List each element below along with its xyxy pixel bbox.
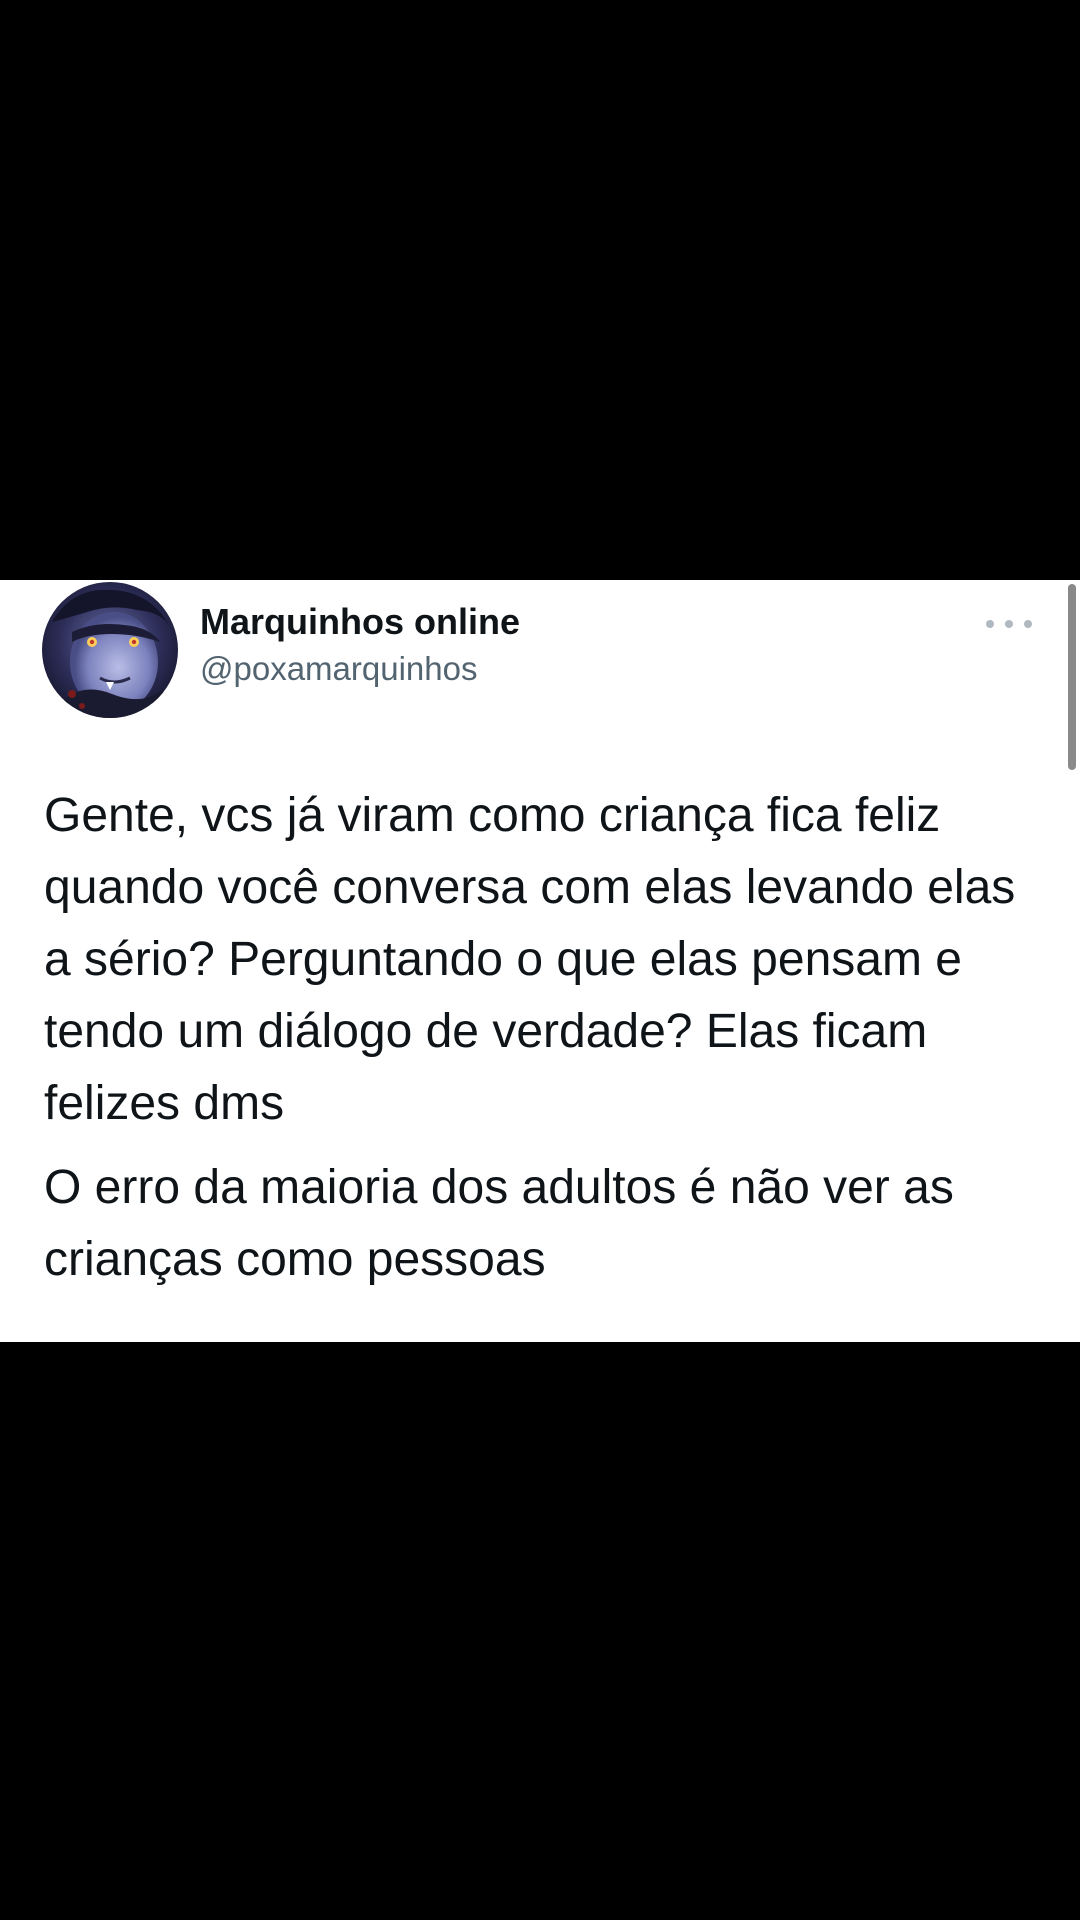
dot-icon — [1005, 620, 1013, 628]
avatar[interactable] — [42, 582, 178, 718]
more-options-icon[interactable] — [986, 612, 1032, 636]
tweet-paragraph: Gente, vcs já viram como criança fica fe… — [44, 789, 1016, 1130]
display-name[interactable]: Marquinhos online — [200, 602, 520, 642]
dot-icon — [1024, 620, 1032, 628]
dot-icon — [986, 620, 994, 628]
avatar-illustration-icon — [42, 582, 178, 718]
scrollbar-thumb[interactable] — [1068, 584, 1076, 770]
screenshot-frame: Marquinhos online @poxamarquinhos Gente,… — [0, 0, 1080, 1920]
user-handle[interactable]: @poxamarquinhos — [200, 650, 478, 688]
tweet-paragraph: O erro da maioria dos adultos é não ver … — [44, 1161, 954, 1286]
tweet-card: Marquinhos online @poxamarquinhos Gente,… — [0, 580, 1066, 1342]
tweet-text: Gente, vcs já viram como criança fica fe… — [44, 780, 1044, 1296]
